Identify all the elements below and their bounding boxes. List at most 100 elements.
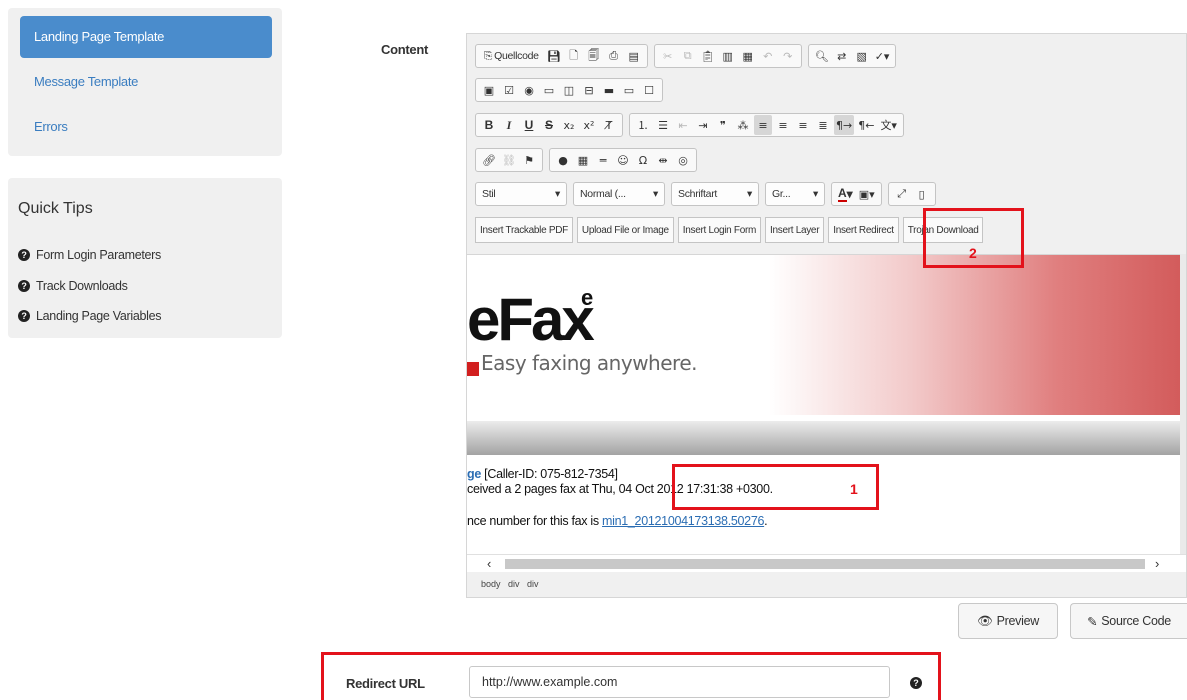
hidden-field-icon[interactable]: ☐ [640,80,658,100]
subscript-icon[interactable]: x₂ [560,115,578,135]
vertical-scrollbar[interactable] [1180,254,1186,554]
checkbox-icon[interactable]: ☑ [500,80,518,100]
insert-redirect-button[interactable]: Insert Redirect [828,217,899,243]
chevron-down-icon: ▾ [813,188,818,200]
sidebar-item-message-template[interactable]: Message Template [20,61,272,103]
preview-button[interactable]: 👁︎ Preview [958,603,1058,639]
tip-landing-page-variables[interactable]: ? Landing Page Variables [18,309,162,323]
style-select[interactable]: Stil ▾ [475,182,567,206]
spellcheck-icon[interactable]: ✓▾ [873,46,892,66]
select-field-icon[interactable]: ⊟ [580,80,598,100]
flash-icon[interactable]: ● [554,150,572,170]
new-page-icon[interactable]: 🗋 [565,46,583,66]
italic-icon[interactable]: I [500,115,518,135]
div-container-icon[interactable]: ⁂ [734,115,752,135]
find-icon[interactable]: 🔍︎ [813,46,831,66]
insert-login-form-button[interactable]: Insert Login Form [677,217,762,243]
paste-word-icon[interactable]: ▦ [739,46,757,66]
strikethrough-icon[interactable]: S [540,115,558,135]
button-field-icon[interactable]: ▬ [600,80,618,100]
superscript-icon[interactable]: x² [580,115,598,135]
toolbar-row-2: ▣ ☑ ◉ ▭ ◫ ⊟ ▬ ▭ ☐ [475,78,663,102]
unlink-icon[interactable]: ⛓ [500,150,518,170]
format-select[interactable]: Normal (... ▾ [573,182,665,206]
element-path-bar[interactable]: body div div [467,572,1186,597]
numbered-list-icon[interactable]: ⒈ [634,115,652,135]
smiley-icon[interactable]: ☺ [614,150,632,170]
ltr-icon[interactable]: ¶→ [834,115,855,135]
quick-tips-panel: Quick Tips ? Form Login Parameters ? Track… [8,178,282,338]
bold-icon[interactable]: B [480,115,498,135]
anchor-icon[interactable]: ⚑ [520,150,538,170]
iframe-icon[interactable]: ◎ [674,150,692,170]
redirect-url-label: Redirect URL [346,676,425,691]
remove-format-icon[interactable]: T̸ [600,115,618,135]
outdent-icon[interactable]: ⇤ [674,115,692,135]
source-code-button[interactable]: ✎ Source Code [1070,603,1187,639]
align-left-icon[interactable]: ≡ [754,115,772,135]
select-all-icon[interactable]: ▧ [853,46,871,66]
undo-icon[interactable]: ↶ [759,46,777,66]
link-icon[interactable]: 🔗︎ [480,150,498,170]
chevron-down-icon: ▾ [747,188,752,200]
fax-reference-link[interactable]: min1_20121004173138.50276 [602,514,764,528]
font-select[interactable]: Schriftart ▾ [671,182,759,206]
redo-icon[interactable]: ↷ [779,46,797,66]
bg-color-icon[interactable]: ▣▾ [857,184,877,204]
question-icon: ? [18,249,30,261]
sidebar-nav: Landing Page Template Message Template E… [8,8,282,156]
efax-logo: eFax [467,286,595,353]
textfield-icon[interactable]: ▭ [540,80,558,100]
underline-icon[interactable]: U [520,115,538,135]
blockquote-icon[interactable]: ❞ [714,115,732,135]
help-icon[interactable]: ? [910,677,922,689]
fax-reference-line: nce number for this fax is min1_20121004… [467,514,768,528]
scrollbar-thumb[interactable] [505,559,1145,569]
copy-icon[interactable]: ⧉ [679,46,697,66]
save-icon[interactable]: 💾︎ [545,46,563,66]
upload-file-button[interactable]: Upload File or Image [576,217,674,243]
scroll-left-icon[interactable]: ‹ [487,555,491,573]
question-icon: ? [18,280,30,292]
eye-icon: 👁︎ [977,613,993,628]
scroll-right-icon[interactable]: › [1155,555,1159,573]
insert-trackable-pdf-button[interactable]: Insert Trackable PDF [475,217,573,243]
preview-doc-icon[interactable]: 🗐 [585,46,603,66]
radio-icon[interactable]: ◉ [520,80,538,100]
print-icon[interactable]: ⎙ [605,46,623,66]
show-blocks-icon[interactable]: ▯ [913,184,931,204]
fax-caller-line: ge [Caller-ID: 075-812-7354] [467,467,618,481]
source-icon: ⎘ [484,49,493,62]
language-icon[interactable]: 文▾ [878,115,899,135]
justify-icon[interactable]: ≣ [814,115,832,135]
cut-icon[interactable]: ✂ [659,46,677,66]
sidebar-item-landing-page-template[interactable]: Landing Page Template [20,16,272,58]
maximize-icon[interactable]: ⤢ [893,184,911,204]
image-button-icon[interactable]: ▭ [620,80,638,100]
size-select[interactable]: Gr... ▾ [765,182,825,206]
page-break-icon[interactable]: ⇹ [654,150,672,170]
tip-track-downloads[interactable]: ? Track Downloads [18,279,128,293]
align-right-icon[interactable]: ≡ [794,115,812,135]
paste-text-icon[interactable]: ▥ [719,46,737,66]
replace-icon[interactable]: ⇄ [833,46,851,66]
insert-layer-button[interactable]: Insert Layer [765,217,825,243]
logo-red-bar [467,362,479,376]
sidebar-item-errors[interactable]: Errors [20,106,272,148]
templates-icon[interactable]: ▤ [625,46,643,66]
form-icon[interactable]: ▣ [480,80,498,100]
horizontal-rule-icon[interactable]: ═ [594,150,612,170]
special-char-icon[interactable]: Ω [634,150,652,170]
redirect-url-input[interactable] [469,666,890,698]
tip-form-login-parameters[interactable]: ? Form Login Parameters [18,248,161,262]
indent-icon[interactable]: ⇥ [694,115,712,135]
align-center-icon[interactable]: ≡ [774,115,792,135]
rtl-icon[interactable]: ¶← [856,115,876,135]
table-icon[interactable]: ▦ [574,150,592,170]
horizontal-scrollbar[interactable]: ‹ › [467,554,1186,572]
text-color-icon[interactable]: A ▾ [836,184,855,204]
bullet-list-icon[interactable]: ☰ [654,115,672,135]
textarea-icon[interactable]: ◫ [560,80,578,100]
paste-icon[interactable]: 📋︎ [699,46,717,66]
source-button[interactable]: ⎘ Quellcode [480,46,543,66]
